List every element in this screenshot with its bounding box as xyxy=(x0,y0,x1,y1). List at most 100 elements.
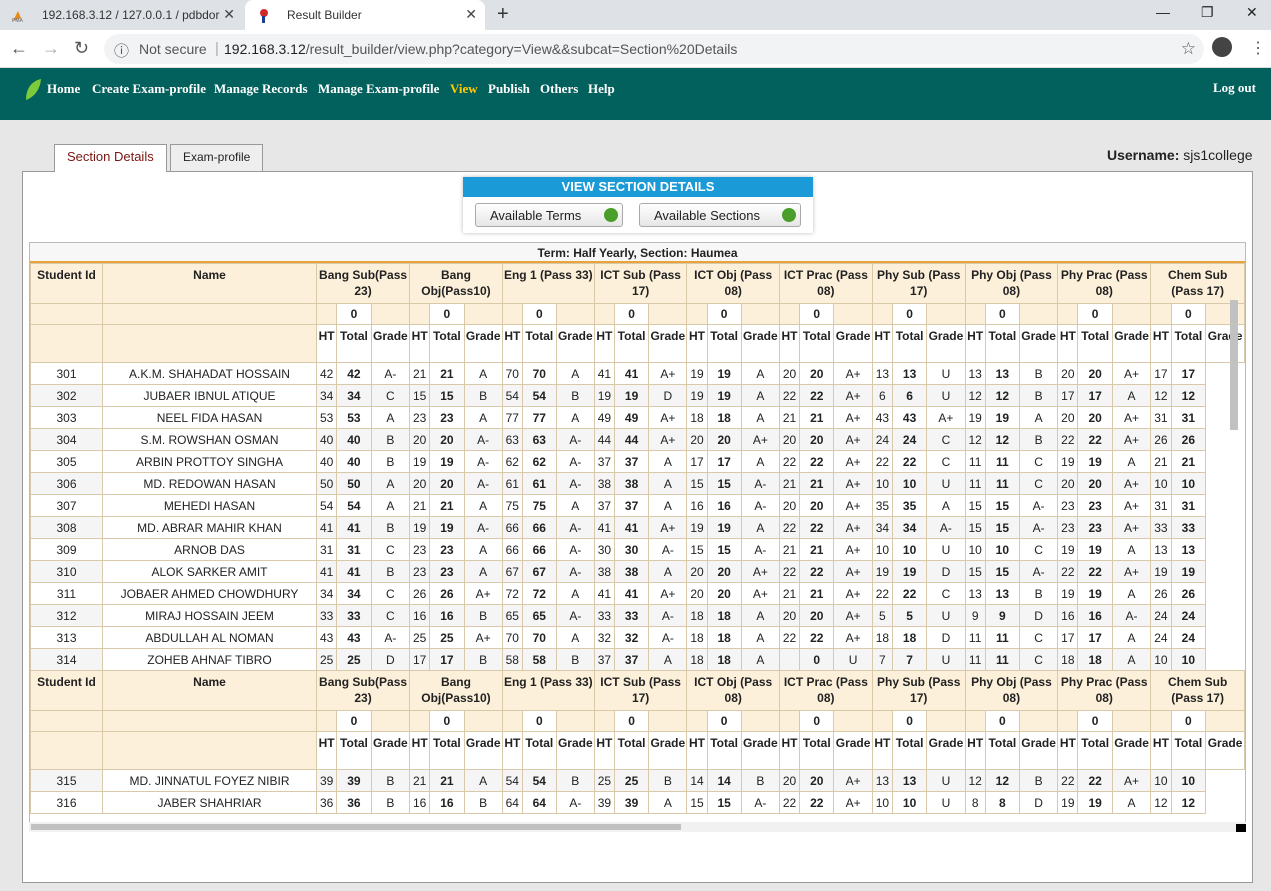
mark-cell: 37 xyxy=(613,450,650,473)
zero-cell: 0 xyxy=(799,303,835,325)
blank-cell xyxy=(778,710,801,732)
horizontal-scrollbar[interactable] xyxy=(29,822,1246,832)
tab-exam-profile[interactable]: Exam-profile xyxy=(170,144,264,171)
mark-cell: U xyxy=(926,648,966,671)
subcol-total: Total xyxy=(429,324,465,363)
mark-cell: A+ xyxy=(648,406,688,429)
tab-section-details[interactable]: Section Details xyxy=(54,144,167,172)
table-row[interactable]: 312 MIRAJ HOSSAIN JEEM 33 33 C 16 16 B 65 65 A- 33 3… xyxy=(30,604,1245,627)
mark-cell: A+ xyxy=(833,384,873,407)
available-sections-button[interactable]: Available Sections xyxy=(639,203,801,227)
mark-cell: A+ xyxy=(833,472,873,495)
mark-cell: A- xyxy=(926,516,966,539)
student-name-cell: ARNOB DAS xyxy=(102,538,317,561)
close-tab-icon[interactable]: ✕ xyxy=(465,6,477,23)
mark-cell: 15 xyxy=(429,384,465,407)
mark-cell: 63 xyxy=(501,428,523,451)
reload-icon[interactable]: ↻ xyxy=(74,38,89,59)
mark-cell: D xyxy=(926,626,966,649)
subcol-ht: HT xyxy=(964,324,986,363)
col-name: Name xyxy=(102,263,317,304)
table-row[interactable]: 315 MD. JINNATUL FOYEZ NIBIR 39 39 B 21 21 A 54 5… xyxy=(30,769,1245,792)
account-avatar-icon[interactable] xyxy=(1212,37,1232,57)
mark-cell: 20 xyxy=(799,769,835,792)
table-row[interactable]: 316 JABER SHAHRIAR 36 36 B 16 16 B 64 64 A- 39 39 A 15… xyxy=(30,791,1245,814)
browser-tab-result-builder[interactable]: Result Builder ✕ xyxy=(245,0,485,30)
student-name-cell: ARBIN PROTTOY SINGHA xyxy=(102,450,317,473)
table-row[interactable]: 304 S.M. ROWSHAN OSMAN 40 40 B 20 20 A- 63 63 A- 44… xyxy=(30,428,1245,451)
table-row[interactable]: 302 JUBAER IBNUL ATIQUE 34 34 C 15 15 B 54 54 B 19 1… xyxy=(30,384,1245,407)
mark-cell: 15 xyxy=(984,560,1020,583)
vertical-scrollbar-thumb[interactable] xyxy=(1230,300,1238,430)
mark-cell: 33 xyxy=(1150,516,1172,539)
table-row[interactable]: 311 JOBAER AHMED CHOWDHURY 34 34 C 26 26 A+ 72 72… xyxy=(30,582,1245,605)
mark-cell: 23 xyxy=(1077,494,1113,517)
subcol-ht: HT xyxy=(315,324,338,363)
nav-publish[interactable]: Publish xyxy=(488,81,530,97)
browser-tab-title: Result Builder xyxy=(287,8,362,22)
col-subject: ICT Prac (Pass 08) xyxy=(778,263,873,304)
mark-cell: B xyxy=(463,648,503,671)
blank-cell xyxy=(1150,303,1172,325)
logout-link[interactable]: Log out xyxy=(1213,80,1256,96)
scrollbar-thumb[interactable] xyxy=(31,824,681,830)
bookmark-star-icon[interactable]: ☆ xyxy=(1181,39,1196,59)
nav-help[interactable]: Help xyxy=(588,81,615,97)
browser-tab-phpmyadmin[interactable]: PMA 192.168.3.12 / 127.0.0.1 / pdbdor ✕ xyxy=(0,0,243,30)
mark-cell: 54 xyxy=(501,769,523,792)
browser-tab-strip: PMA 192.168.3.12 / 127.0.0.1 / pdbdor ✕ … xyxy=(0,0,1271,30)
table-row[interactable]: 301 A.K.M. SHAHADAT HOSSAIN 42 42 A- 21 21 A 70 7… xyxy=(30,362,1245,385)
close-window-icon[interactable]: ✕ xyxy=(1246,4,1258,21)
mark-cell: 22 xyxy=(1057,428,1079,451)
mark-cell: A+ xyxy=(740,582,780,605)
mark-cell: A xyxy=(370,472,411,495)
url-text[interactable]: 192.168.3.12/result_builder/view.php?cat… xyxy=(224,41,737,57)
mark-cell: 61 xyxy=(501,472,523,495)
table-row[interactable]: 308 MD. ABRAR MAHIR KHAN 41 41 B 19 19 A- 66 66 A-… xyxy=(30,516,1245,539)
table-row[interactable]: 303 NEEL FIDA HASAN 53 53 A 23 23 A 77 77 A 49 49 A+ 1… xyxy=(30,406,1245,429)
minimize-icon[interactable]: — xyxy=(1156,4,1170,20)
restore-icon[interactable]: ❐ xyxy=(1201,4,1214,21)
nav-create-exam-profile[interactable]: Create Exam-profile xyxy=(92,81,206,97)
table-row[interactable]: 309 ARNOB DAS 31 31 C 23 23 A 66 66 A- 30 30 A- 15 15 A-… xyxy=(30,538,1245,561)
mark-cell: A xyxy=(463,494,503,517)
nav-manage-records[interactable]: Manage Records xyxy=(214,81,308,97)
available-terms-button[interactable]: Available Terms xyxy=(475,203,623,227)
table-row[interactable]: 313 ABDULLAH AL NOMAN 43 43 A- 25 25 A+ 70 70 A 32 3… xyxy=(30,626,1245,649)
mark-cell: A+ xyxy=(833,516,873,539)
mark-cell: A+ xyxy=(833,450,873,473)
close-tab-icon[interactable]: ✕ xyxy=(223,6,235,23)
nav-home[interactable]: Home xyxy=(47,81,80,97)
mark-cell: 23 xyxy=(429,538,465,561)
mark-cell: 10 xyxy=(891,791,928,814)
student-name-cell: JABER SHAHRIAR xyxy=(102,791,317,814)
student-name-cell: A.K.M. SHAHADAT HOSSAIN xyxy=(102,362,317,385)
mark-cell: 20 xyxy=(706,582,742,605)
results-grid[interactable]: Term: Half Yearly, Section: Haumea Stude… xyxy=(29,242,1246,832)
new-tab-icon[interactable]: + xyxy=(497,3,509,26)
table-row[interactable]: 314 ZOHEB AHNAF TIBRO 25 25 D 17 17 B 58 58 B 37 37 A… xyxy=(30,648,1245,671)
info-icon[interactable]: ⓘ xyxy=(114,40,129,61)
mark-cell: 21 xyxy=(799,406,835,429)
nav-view[interactable]: View xyxy=(450,81,478,97)
mark-cell: 12 xyxy=(1170,384,1207,407)
mark-cell: A- xyxy=(555,604,595,627)
nav-manage-exam-profile[interactable]: Manage Exam-profile xyxy=(318,81,439,97)
mark-cell: 23 xyxy=(429,406,465,429)
forward-icon[interactable]: → xyxy=(42,38,60,59)
blank-cell xyxy=(964,303,986,325)
browser-menu-icon[interactable]: ⋮ xyxy=(1250,38,1266,58)
table-row[interactable]: 305 ARBIN PROTTOY SINGHA 40 40 B 19 19 A- 62 62 A-… xyxy=(30,450,1245,473)
mark-cell: 20 xyxy=(778,428,801,451)
table-row[interactable]: 307 MEHEDI HASAN 54 54 A 21 21 A 75 75 A 37 37 A 16 16 A… xyxy=(30,494,1245,517)
mark-cell: 21 xyxy=(778,538,801,561)
mark-cell: 22 xyxy=(891,450,928,473)
header-row-subjects: Student Id Name Bang Sub(Pass 23) Bang Obj(… xyxy=(30,670,1245,711)
url-bar[interactable]: ⓘ Not secure | 192.168.3.12/result_build… xyxy=(104,34,1204,64)
table-row[interactable]: 306 MD. REDOWAN HASAN 50 50 A 20 20 A- 61 61 A- 38 3… xyxy=(30,472,1245,495)
blank-cell xyxy=(871,710,893,732)
nav-others[interactable]: Others xyxy=(540,81,578,97)
back-icon[interactable]: ← xyxy=(10,38,28,59)
blank-cell xyxy=(1111,710,1152,732)
table-row[interactable]: 310 ALOK SARKER AMIT 41 41 B 23 23 A 67 67 A- 38 38 A… xyxy=(30,560,1245,583)
